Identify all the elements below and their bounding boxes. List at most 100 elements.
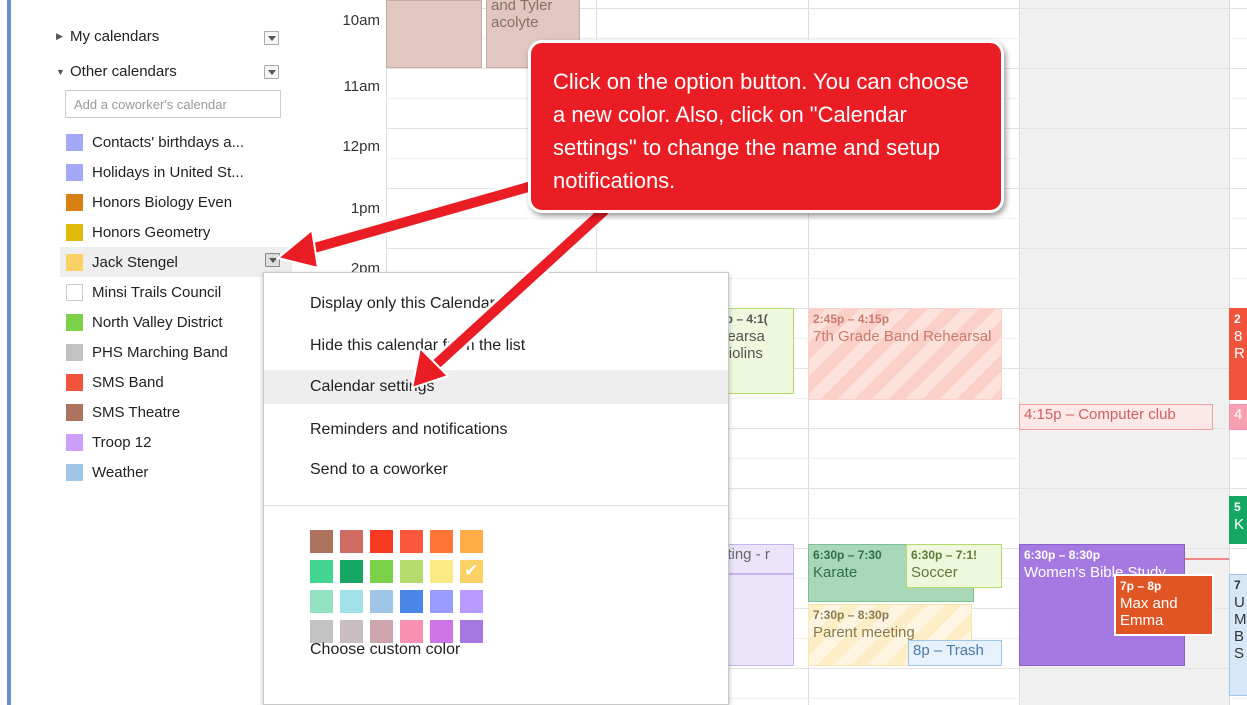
menu-item-label: Hide this calendar from the list: [310, 337, 526, 354]
calendar-color-swatch: [66, 313, 83, 331]
calendar-item-label: Minsi Trails Council: [92, 283, 222, 301]
event-time: 6:30p – 8:30p: [1024, 548, 1101, 562]
menu-item-calendar-settings[interactable]: Calendar settings: [264, 370, 728, 404]
calendar-item-label: Troop 12: [92, 433, 152, 451]
color-swatch[interactable]: [340, 560, 363, 583]
calendar-item[interactable]: Holidays in United St...: [60, 157, 300, 187]
calendar-item[interactable]: Honors Geometry: [60, 217, 300, 247]
color-swatch[interactable]: [430, 620, 453, 643]
menu-item-send-to-coworker[interactable]: Send to a coworker: [264, 453, 728, 487]
other-calendars-header[interactable]: ▼ Other calendars: [56, 63, 177, 80]
color-swatch[interactable]: [340, 620, 363, 643]
color-swatch[interactable]: [460, 620, 483, 643]
event-time: 5: [1234, 500, 1241, 514]
calendar-item-label: Jack Stengel: [92, 253, 178, 271]
event-block[interactable]: [386, 0, 482, 68]
event-chip[interactable]: 4: [1229, 404, 1247, 430]
my-calendars-options-button[interactable]: [264, 31, 279, 45]
event-time: 6:30p – 7:1!: [911, 548, 978, 562]
color-swatch[interactable]: [310, 560, 333, 583]
add-coworker-calendar-input[interactable]: [65, 90, 281, 118]
event-block[interactable]: 28 R: [1229, 308, 1247, 400]
calendar-item[interactable]: Honors Biology Even: [60, 187, 300, 217]
event-title: K: [1234, 516, 1245, 533]
calendar-color-swatch: [66, 163, 83, 181]
hour-line: [386, 248, 1247, 249]
calendar-color-swatch: [66, 343, 83, 361]
calendar-options-menu: Display only this Calendar Hide this cal…: [263, 272, 729, 705]
time-label: 1pm: [350, 200, 380, 217]
jack-stengel-options-button[interactable]: [265, 253, 280, 267]
calendar-color-swatch: [66, 463, 83, 481]
menu-divider: [264, 505, 728, 506]
time-label: 12pm: [342, 138, 380, 155]
calendar-color-swatch: [66, 283, 83, 301]
color-swatch[interactable]: [310, 590, 333, 613]
calendar-item-label: SMS Theatre: [92, 403, 181, 421]
menu-item-label: Send to a coworker: [310, 461, 448, 478]
event-title: 8 R: [1234, 328, 1245, 362]
event-title: U M B S: [1234, 594, 1247, 662]
calendar-item-label: PHS Marching Band: [92, 343, 228, 361]
calendar-item-label: SMS Band: [92, 373, 164, 391]
color-swatch[interactable]: [310, 530, 333, 553]
menu-item-reminders[interactable]: Reminders and notifications: [264, 413, 728, 447]
window-edge: [0, 0, 12, 705]
event-chip[interactable]: 8p – Trash: [908, 640, 1002, 666]
calendar-color-swatch: [66, 133, 83, 151]
color-swatch[interactable]: [430, 530, 453, 553]
color-swatch[interactable]: [460, 530, 483, 553]
event-time: 7:30p – 8:30p: [813, 608, 890, 622]
event-title: Soccer: [911, 564, 958, 581]
other-calendars-options-button[interactable]: [264, 65, 279, 79]
event-block[interactable]: 7p – 8p Max and Emma: [1114, 574, 1214, 636]
color-swatch[interactable]: ✔: [460, 560, 483, 583]
time-label: 11am: [343, 78, 380, 95]
event-title: Max and Emma: [1120, 595, 1178, 629]
expanded-triangle-icon: ▼: [56, 66, 65, 77]
event-title: and Tyler acolyte: [491, 0, 553, 31]
event-block[interactable]: 5K: [1229, 496, 1247, 544]
event-block[interactable]: 2:45p – 4:15p 7th Grade Band Rehearsal: [808, 308, 1002, 400]
color-swatch[interactable]: [400, 560, 423, 583]
color-swatch[interactable]: [370, 590, 393, 613]
color-swatch[interactable]: [400, 620, 423, 643]
calendar-color-swatch: [66, 253, 83, 271]
calendar-item-label: Honors Geometry: [92, 223, 211, 241]
color-swatch[interactable]: [310, 620, 333, 643]
calendar-item-selected[interactable]: Jack Stengel: [60, 247, 292, 277]
color-swatch[interactable]: [340, 590, 363, 613]
event-time: 7: [1234, 578, 1241, 592]
calendar-item-label: Contacts' birthdays a...: [92, 133, 245, 151]
checkmark-icon: ✔: [464, 561, 479, 580]
color-swatch[interactable]: [400, 530, 423, 553]
color-swatch[interactable]: [460, 590, 483, 613]
color-swatch[interactable]: [430, 560, 453, 583]
calendar-item-label: Weather: [92, 463, 149, 481]
calendar-item-label: Honors Biology Even: [92, 193, 233, 211]
color-swatch[interactable]: [370, 620, 393, 643]
color-swatch[interactable]: [370, 560, 393, 583]
color-swatch[interactable]: [400, 590, 423, 613]
color-swatch[interactable]: [370, 530, 393, 553]
event-block[interactable]: 7 U M B S: [1229, 574, 1247, 696]
choose-custom-color-link[interactable]: Choose custom color: [310, 641, 460, 659]
menu-item-label: Display only this Calendar: [310, 295, 495, 312]
event-time: 7p – 8p: [1120, 579, 1162, 593]
event-time: 2: [1234, 312, 1241, 326]
color-swatch[interactable]: [430, 590, 453, 613]
time-label: 10am: [342, 12, 380, 29]
calendar-item-label: North Valley District: [92, 313, 223, 331]
calendar-sidebar: ▶ My calendars ▼ Other calendars Contact…: [12, 0, 296, 705]
color-swatch[interactable]: [340, 530, 363, 553]
menu-item-display-only[interactable]: Display only this Calendar: [264, 287, 728, 321]
event-title: Parent meeting: [813, 624, 915, 641]
menu-item-hide-calendar[interactable]: Hide this calendar from the list: [264, 329, 728, 363]
my-calendars-label: My calendars: [70, 28, 160, 45]
event-chip[interactable]: 4:15p – Computer club: [1019, 404, 1213, 430]
calendar-item[interactable]: Contacts' birthdays a...: [60, 127, 300, 157]
my-calendars-header[interactable]: ▶ My calendars: [56, 28, 159, 45]
half-hour-line: [386, 218, 1247, 219]
event-block[interactable]: 6:30p – 7:1! Soccer: [906, 544, 1002, 588]
calendar-color-swatch: [66, 433, 83, 451]
